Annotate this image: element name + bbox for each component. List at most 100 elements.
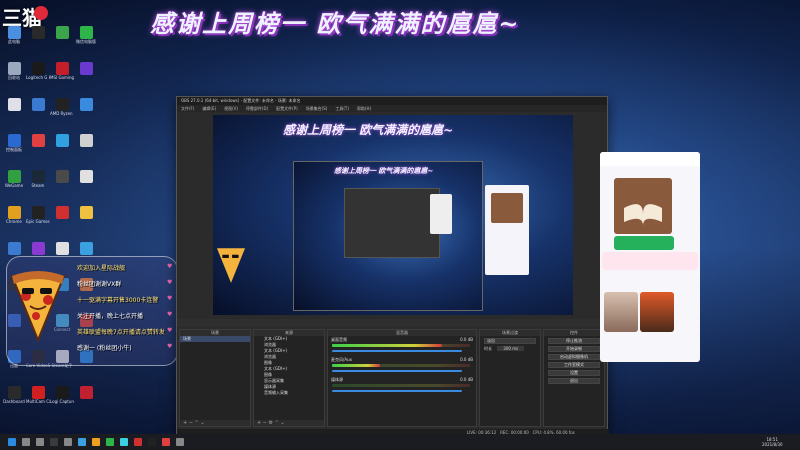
desktop-icon[interactable]: Logi Capture [50,386,74,408]
obs-title-bar: OBS 27.0.1 (64-bit, windows) - 配置文件: 未命名… [177,97,607,105]
desktop-icon[interactable] [50,206,74,228]
taskbar-app-icon[interactable] [92,438,100,446]
desktop-icon-label: Chrome [6,219,22,224]
desktop-icon[interactable] [74,98,98,120]
taskbar-app-icon[interactable] [162,438,170,446]
taskbar-app-icon[interactable] [36,438,44,446]
scenes-toolbar[interactable]: + − ⌃ ⌄ [180,420,250,426]
scene-item[interactable]: 场景 [180,336,250,342]
taskbar-app-icon[interactable] [22,438,30,446]
app-icon [31,26,45,39]
sources-toolbar[interactable]: + − ⚙ ⌃ ⌄ [254,420,324,426]
mixer-dock: 混音器 桌面音频 0.0 dB 麦克风/Aux 0.0 dB 媒体源 0.0 dB [327,329,477,427]
control-button[interactable]: 开始录制 [548,346,600,352]
tray-clock[interactable]: 18:51 2021/8/30 [762,437,783,447]
mixer-channel-name: 媒体源 [331,377,343,382]
preview-pizza-icon [216,248,246,283]
channel-logo: 三猫 [2,2,48,30]
control-button[interactable]: 退出 [548,378,600,384]
desktop-icon[interactable] [50,134,74,156]
side-app-header [600,152,700,166]
transition-duration-row: 时长 300 ms [480,346,540,352]
side-app-panel[interactable] [600,152,700,362]
avatar-thumb-left[interactable] [604,292,638,332]
mixer-channel-db: 0.0 dB [460,337,473,342]
desktop-icon[interactable] [74,206,98,228]
desktop-icon[interactable]: Logitech G HUB [26,62,50,84]
controls-title: 控件 [544,330,604,336]
desktop-icon[interactable] [2,98,26,120]
avatar-thumb-right[interactable] [640,292,674,332]
desktop-icon[interactable] [74,386,98,408]
desktop-icon[interactable] [26,134,50,156]
green-card[interactable] [614,236,674,250]
chat-message: 欢迎加入星际战舰 [77,265,126,272]
menu-item[interactable]: 文件(F) [181,105,194,112]
menu-item[interactable]: 场景集合(S) [306,105,328,112]
mixer-volume-slider[interactable] [332,370,462,372]
menu-item[interactable]: 工具(T) [335,105,349,112]
desktop-icon-label: 此电脑 [8,39,20,44]
book-card[interactable] [614,178,672,234]
desktop-icon[interactable]: MSI Gaming APP [50,62,74,84]
desktop-icon[interactable]: AMD Ryzen Master [50,98,74,120]
menu-item[interactable]: 帮助(H) [357,105,371,112]
source-item[interactable]: 音频输入采集 [254,390,324,396]
taskbar-app-icon[interactable] [148,438,156,446]
transition-select[interactable]: 淡出 [484,338,536,344]
desktop-icon[interactable] [74,170,98,192]
taskbar-app-icon[interactable] [50,438,58,446]
taskbar-app-icon[interactable] [176,438,184,446]
chat-message: 关注开播，晚上七点开播 [77,313,144,320]
taskbar-app-icon[interactable] [106,438,114,446]
desktop-icon[interactable] [74,134,98,156]
app-icon [79,386,93,399]
desktop-icon[interactable] [50,170,74,192]
mixer-channel-db: 0.0 dB [460,357,473,362]
desktop-icon-label: MultiCam Capture Lite [26,399,50,404]
app-icon [55,98,69,111]
desktop-icon[interactable]: MultiCam Capture Lite [26,386,50,408]
mixer-volume-slider[interactable] [332,390,462,392]
preview-mascot [213,245,249,285]
taskbar-app-icon[interactable] [64,438,72,446]
desktop-icon[interactable]: WeGame [2,170,26,192]
taskbar-app-icon[interactable] [78,438,86,446]
control-button[interactable]: 启动虚拟摄像机 [548,354,600,360]
desktop-icon[interactable]: 控制面板 [2,134,26,156]
desktop-icon[interactable]: 此电脑 [2,26,26,48]
taskbar-app-icon[interactable] [8,438,16,446]
control-button[interactable]: 设置 [548,370,600,376]
desktop-icon[interactable] [74,62,98,84]
heart-icon: ♥ [167,295,173,302]
menu-item[interactable]: 视图(V) [224,105,238,112]
desktop-icon[interactable]: 回收站 [2,62,26,84]
app-icon [55,242,69,255]
taskbar-app-icon[interactable] [134,438,142,446]
menu-item[interactable]: 编辑(E) [202,105,216,112]
app-icon [55,62,69,75]
duration-input[interactable]: 300 ms [497,346,525,351]
desktop-icon-label: 控制面板 [6,147,22,152]
menu-item[interactable]: 停靠部件(D) [246,105,268,112]
desktop-icon[interactable] [26,98,50,120]
desktop-icon[interactable]: Dashboard [2,386,26,408]
desktop-icon[interactable]: Epic Games Launcher [26,206,50,228]
control-button[interactable]: 工作室模式 [548,362,600,368]
desktop-icon[interactable] [50,26,74,48]
obs-preview[interactable]: 感谢上周榜一 欧气满满的扈扈~ 感谢上周榜一 欧气满满的扈扈~ [213,115,573,315]
mixer-volume-slider[interactable] [332,350,462,352]
menu-item[interactable]: 配置文件(P) [276,105,298,112]
pink-action-button[interactable] [602,252,698,270]
desktop-icon-label: 回收站 [8,75,20,80]
taskbar-app-icon[interactable] [120,438,128,446]
desktop-icon[interactable]: Steam [26,170,50,192]
open-book-icon [624,204,662,226]
control-button[interactable]: 停止推流 [548,338,600,344]
desktop-icon[interactable]: Chrome [2,206,26,228]
desktop-icon-label: 微信电脑版 [76,39,96,44]
app-icon [31,134,45,147]
desktop-icon[interactable]: 微信电脑版 [74,26,98,48]
obs-window[interactable]: OBS 27.0.1 (64-bit, windows) - 配置文件: 未命名… [176,96,609,438]
desktop-icon[interactable] [26,26,50,48]
